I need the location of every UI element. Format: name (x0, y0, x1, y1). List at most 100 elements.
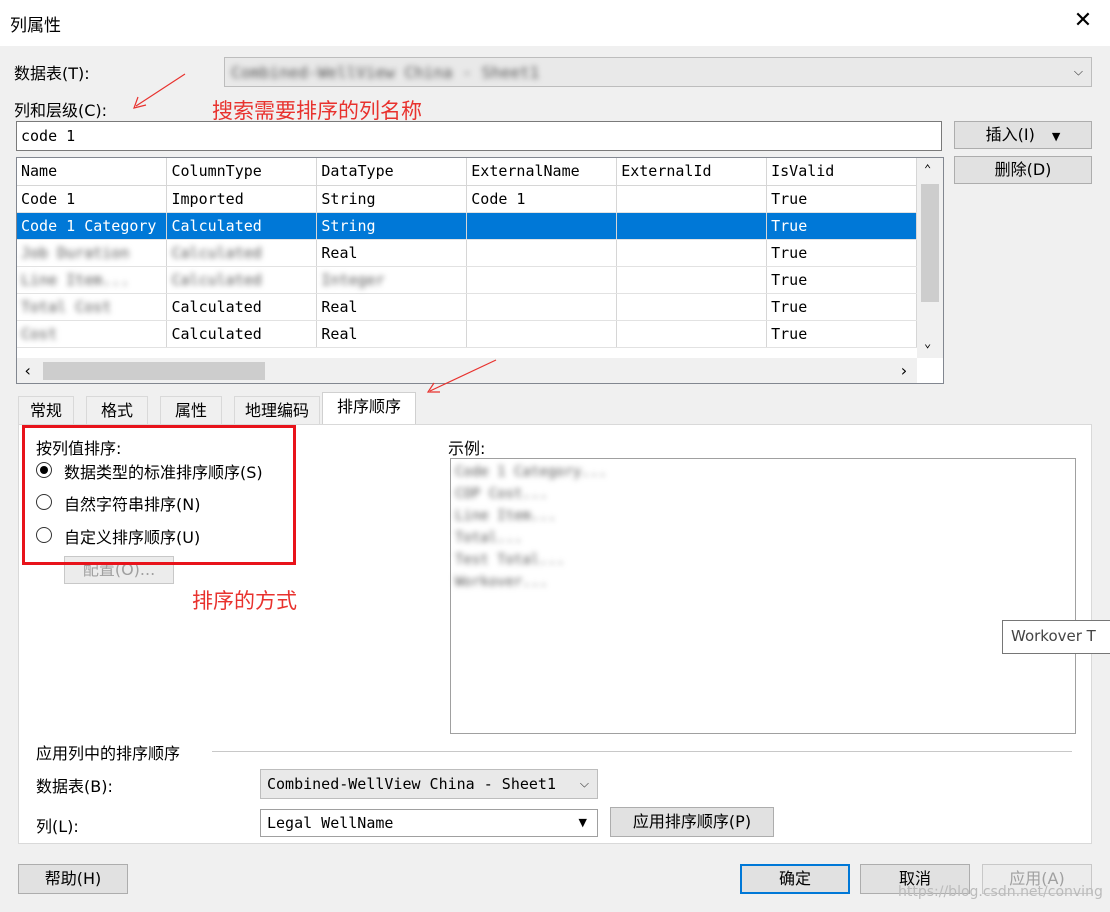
column-search-input[interactable]: code 1 (16, 121, 942, 151)
vertical-scroll-thumb[interactable] (921, 184, 939, 302)
column-search-value: code 1 (21, 127, 76, 145)
caret-down-icon: ▼ (1051, 130, 1061, 143)
table-cell: Total Cost (17, 293, 168, 321)
apply-table-value: Combined-WellView China - Sheet1 (267, 775, 556, 793)
ok-button[interactable]: 确定 (740, 864, 850, 894)
tab-format[interactable]: 格式 (86, 396, 148, 424)
chevron-right-icon[interactable]: › (899, 361, 909, 380)
table-cell: Calculated (166, 239, 318, 267)
tab-properties[interactable]: 属性 (160, 396, 222, 424)
table-label: 数据表(T): (14, 64, 90, 83)
column-header[interactable]: Name (17, 158, 168, 186)
section-divider (212, 751, 1072, 752)
table-row[interactable]: Line Item... Calculated Integer True (17, 266, 917, 294)
tab-sort-order[interactable]: 排序顺序 (322, 392, 416, 425)
table-cell: Imported (166, 185, 318, 213)
table-cell: Real (316, 320, 468, 348)
table-cell (616, 185, 768, 213)
watermark: https://blog.csdn.net/conving (898, 884, 1103, 900)
grid-body: Code 1 Imported String Code 1 True Code 1 Cat… (17, 185, 917, 348)
tooltip: Workover T (1002, 620, 1110, 654)
apply-table-label: 数据表(B): (36, 777, 113, 796)
table-cell: String (316, 212, 468, 240)
annotation-arrow (426, 359, 497, 393)
delete-button[interactable]: 删除(D) (954, 156, 1092, 184)
column-header[interactable]: ExternalId (616, 158, 768, 186)
example-label: 示例: (448, 439, 486, 458)
table-cell (466, 266, 618, 294)
table-combo[interactable]: Combined-WellView China - Sheet1 ⌵ (224, 57, 1092, 87)
example-line: Total... (455, 530, 523, 546)
table-cell: Real (316, 293, 468, 321)
column-header[interactable]: DataType (316, 158, 468, 186)
table-cell: True (766, 293, 917, 321)
table-cell: Integer (316, 266, 468, 294)
table-cell: Real (316, 239, 468, 267)
window-title: 列属性 (10, 16, 61, 36)
table-cell: Calculated (166, 212, 318, 240)
horizontal-scroll-thumb[interactable] (43, 362, 265, 380)
title-bar (0, 0, 1110, 46)
example-box: Code 1 Category... COP Cost... Line Item..… (450, 458, 1076, 734)
table-cell: True (766, 185, 917, 213)
table-cell: Code 1 Category (17, 212, 168, 240)
column-header[interactable]: IsValid (766, 158, 917, 186)
tab-general[interactable]: 常规 (18, 396, 74, 424)
table-combo-value: Combined-WellView China - Sheet1 (231, 63, 540, 82)
table-row[interactable]: Total Cost Calculated Real True (17, 293, 917, 321)
table-cell (466, 212, 618, 240)
table-cell: Calculated (166, 266, 318, 294)
apply-section-title: 应用列中的排序顺序 (36, 744, 181, 763)
insert-button[interactable]: 插入(I) ▼ (954, 121, 1092, 149)
table-cell: True (766, 320, 917, 348)
tab-geocoding[interactable]: 地理编码 (234, 396, 320, 424)
example-line: COP Cost... (455, 486, 548, 502)
column-header[interactable]: ColumnType (166, 158, 318, 186)
highlight-box (22, 425, 296, 565)
example-line: Test Total... (455, 552, 565, 568)
table-cell: Code 1 (466, 185, 618, 213)
columns-label: 列和层级(C): (14, 101, 108, 120)
table-cell: String (316, 185, 468, 213)
table-row[interactable]: Job Duration Calculated Real True (17, 239, 917, 267)
table-cell: True (766, 212, 917, 240)
example-line: Workover... (455, 574, 548, 590)
apply-sort-button[interactable]: 应用排序顺序(P) (610, 807, 774, 837)
example-lines: Code 1 Category... COP Cost... Line Item..… (455, 461, 607, 593)
column-header[interactable]: ExternalName (466, 158, 618, 186)
table-cell: Cost (17, 320, 168, 348)
chevron-up-icon[interactable]: ⌃ (924, 162, 931, 176)
annotation-arrow (133, 73, 186, 109)
table-cell: Line Item... (17, 266, 168, 294)
columns-grid: Name ColumnType DataType ExternalName Extern… (16, 157, 944, 384)
table-cell: Calculated (166, 293, 318, 321)
table-cell (466, 320, 618, 348)
help-button[interactable]: 帮助(H) (18, 864, 128, 894)
sort-mode-annotation: 排序的方式 (192, 589, 297, 613)
table-cell (616, 293, 768, 321)
table-row[interactable]: Code 1 Category Calculated String True (17, 212, 917, 240)
table-cell: Code 1 (17, 185, 168, 213)
table-row[interactable]: Cost Calculated Real True (17, 320, 917, 348)
table-cell (616, 320, 768, 348)
table-cell: Job Duration (17, 239, 168, 267)
vertical-scrollbar[interactable]: ⌃ ⌄ (917, 158, 943, 358)
table-cell (616, 212, 768, 240)
table-cell: True (766, 266, 917, 294)
apply-column-label: 列(L): (36, 817, 79, 836)
table-row[interactable]: Code 1 Imported String Code 1 True (17, 185, 917, 213)
chevron-left-icon[interactable]: ‹ (23, 361, 33, 380)
example-line: Code 1 Category... (455, 464, 607, 480)
chevron-down-icon[interactable]: ⌄ (924, 336, 931, 350)
apply-table-combo[interactable]: Combined-WellView China - Sheet1 ⌵ (260, 769, 598, 799)
close-icon[interactable]: ✕ (1070, 6, 1096, 36)
example-line: Line Item... (455, 508, 557, 524)
table-cell: Calculated (166, 320, 318, 348)
table-cell (466, 239, 618, 267)
chevron-down-icon: ⌵ (579, 776, 589, 791)
table-cell (466, 293, 618, 321)
caret-down-icon: ▼ (578, 816, 587, 829)
table-cell (616, 266, 768, 294)
apply-column-select[interactable]: Legal WellName ▼ (260, 809, 598, 837)
insert-button-label: 插入(I) (985, 125, 1035, 144)
